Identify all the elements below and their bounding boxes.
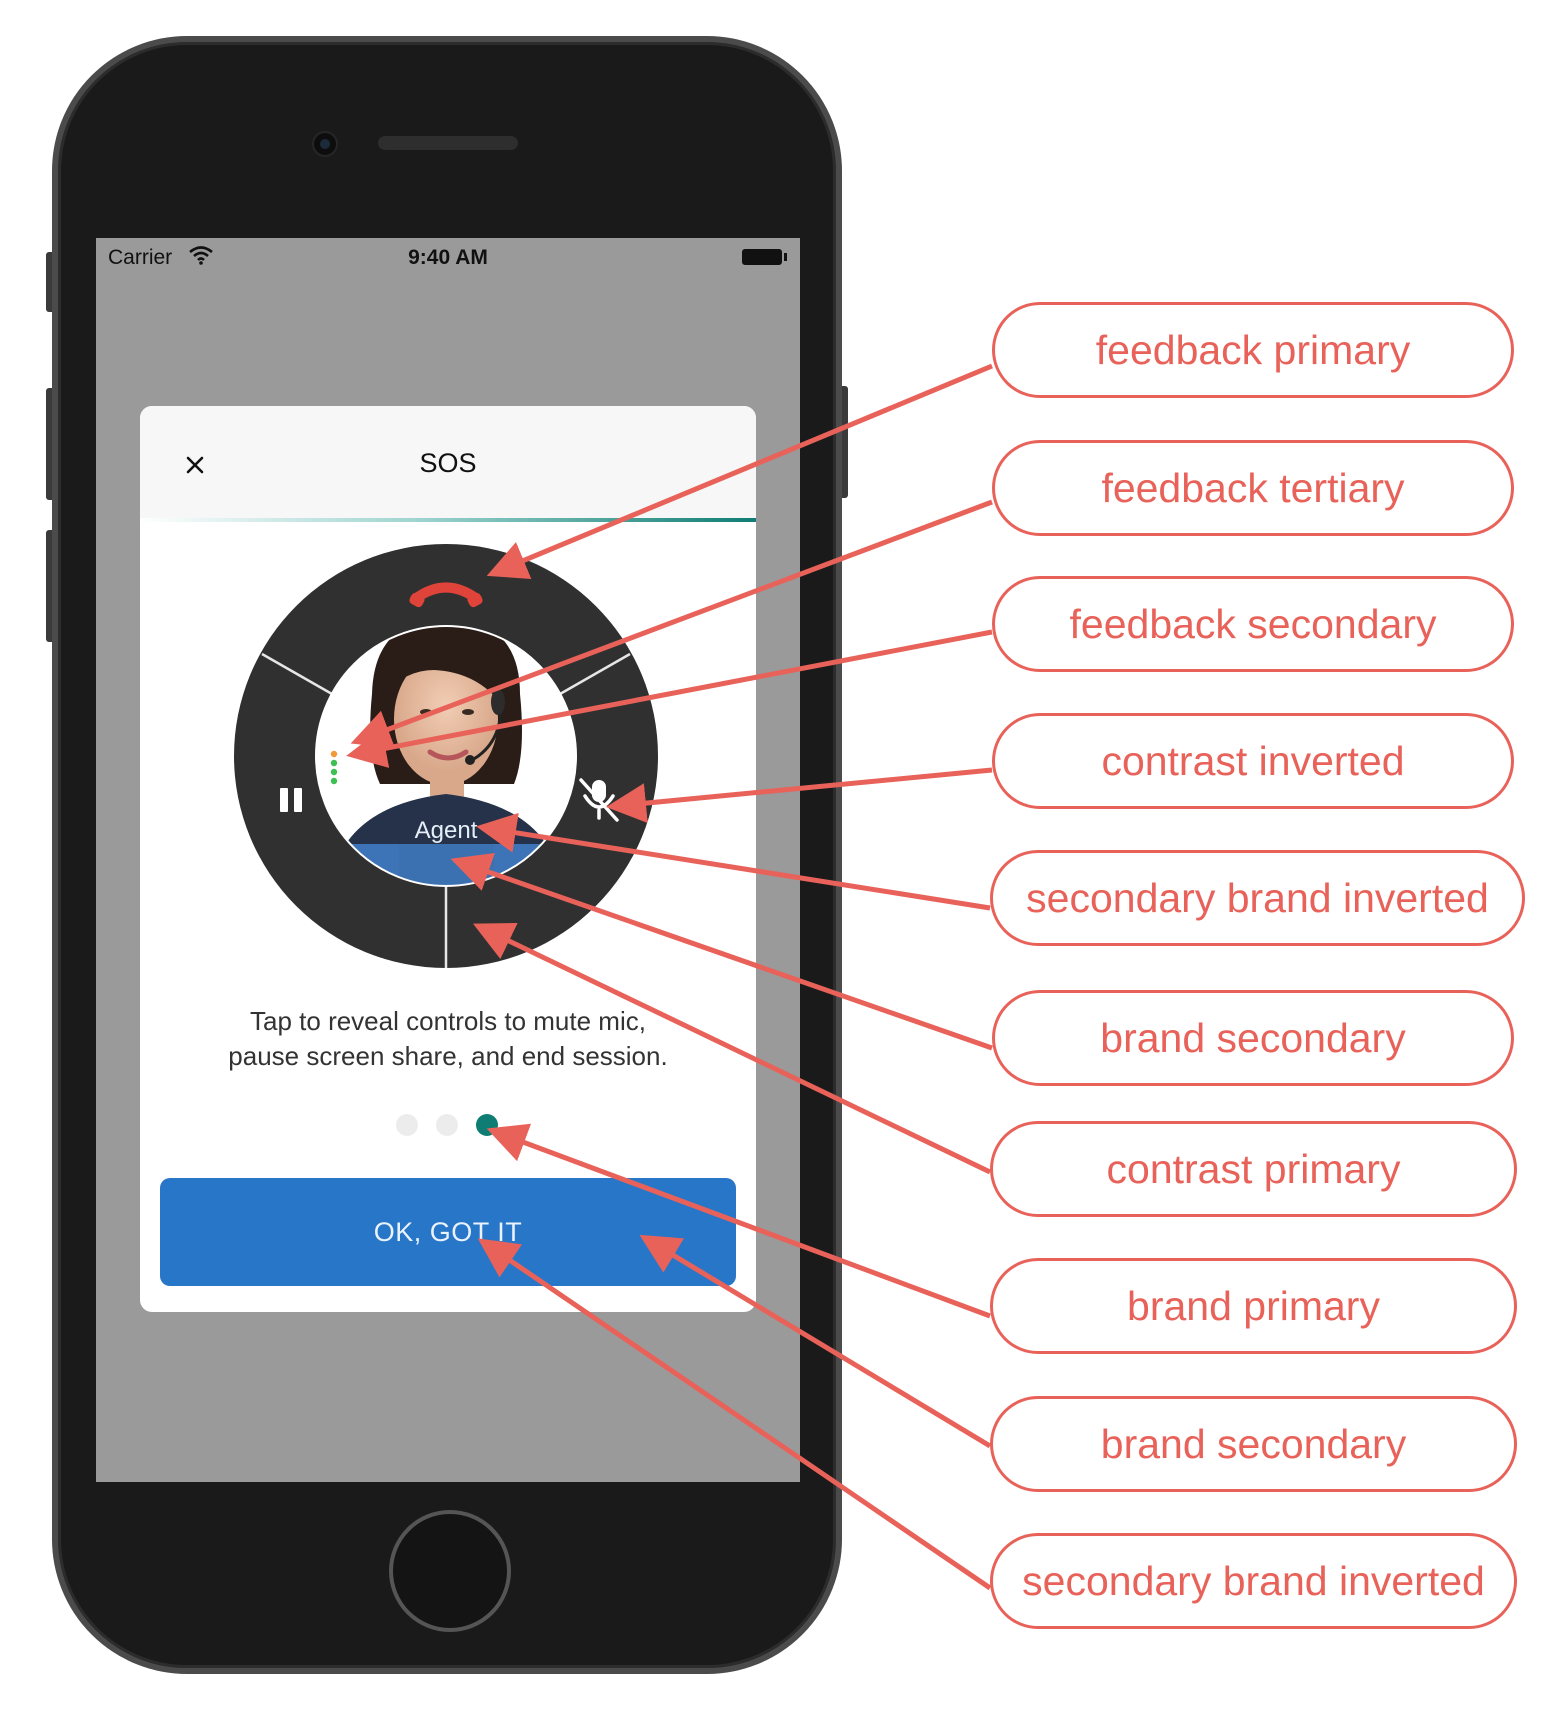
- instruction-line-2: pause screen share, and end session.: [228, 1041, 668, 1071]
- agent-label: Agent: [415, 817, 478, 844]
- earpiece-speaker: [378, 136, 518, 150]
- callout-feedback-tertiary: feedback tertiary: [992, 440, 1514, 536]
- callout-contrast-primary: contrast primary: [990, 1121, 1517, 1217]
- callout-brand-secondary-2: brand secondary: [990, 1396, 1517, 1492]
- instruction-text: Tap to reveal controls to mute mic, paus…: [140, 1004, 756, 1074]
- battery-icon: [742, 249, 782, 265]
- front-camera: [312, 131, 338, 157]
- callout-feedback-secondary: feedback secondary: [992, 576, 1514, 672]
- callout-secondary-brand-inverted: secondary brand inverted: [990, 850, 1525, 946]
- phone-screen: Carrier 9:40 AM SOS Agent Tap to reveal …: [96, 238, 800, 1482]
- ok-got-it-button[interactable]: OK, GOT IT: [160, 1178, 736, 1286]
- page-dot-3[interactable]: [476, 1114, 498, 1136]
- header-progress-line: [140, 518, 756, 522]
- callout-secondary-brand-inverted-2: secondary brand inverted: [990, 1533, 1517, 1629]
- callout-brand-secondary: brand secondary: [992, 990, 1514, 1086]
- battery-tip: [784, 253, 787, 261]
- instruction-line-1: Tap to reveal controls to mute mic,: [250, 1006, 646, 1036]
- home-button[interactable]: [389, 1510, 511, 1632]
- callout-feedback-primary: feedback primary: [992, 302, 1514, 398]
- page-indicator: [140, 1112, 756, 1138]
- modal-title: SOS: [419, 448, 477, 478]
- status-time: 9:40 AM: [408, 246, 488, 269]
- page-dot-1[interactable]: [396, 1114, 418, 1136]
- session-control-dial[interactable]: Agent: [234, 544, 658, 968]
- page-dot-2[interactable]: [436, 1114, 458, 1136]
- sos-modal: SOS Agent Tap to reveal controls to mute…: [140, 406, 756, 1312]
- callout-brand-primary: brand primary: [990, 1258, 1517, 1354]
- callout-contrast-inverted: contrast inverted: [992, 713, 1514, 809]
- status-bar: Carrier 9:40 AM: [96, 238, 800, 282]
